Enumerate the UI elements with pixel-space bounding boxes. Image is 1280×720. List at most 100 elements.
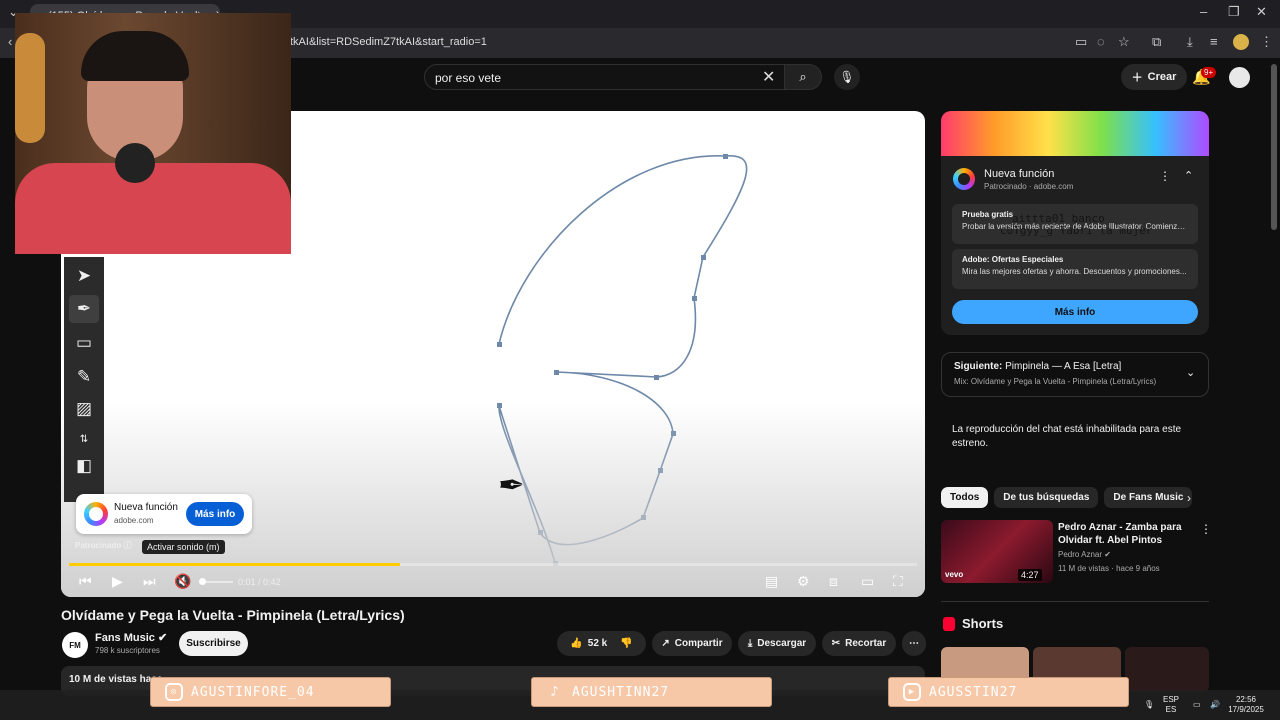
ad-title: Nueva función <box>114 502 178 513</box>
search-button[interactable]: ⌕ <box>784 64 822 90</box>
ad-banner-image <box>941 111 1209 156</box>
recommendation-title[interactable]: Pedro Aznar - Zamba para Olvidar ft. Abe… <box>1058 521 1198 547</box>
progress-bar[interactable] <box>69 563 917 566</box>
unmute-tooltip: Activar sonido (m) <box>142 540 225 554</box>
instagram-icon: ◎ <box>165 683 183 701</box>
illustrator-toolbar: ➤ ✒ ▭ ✎ ▨ ⇅ ◧ <box>64 257 104 502</box>
miniplayer-icon[interactable]: ⧈ <box>829 573 838 590</box>
channel-avatar[interactable]: FM <box>62 632 88 658</box>
next-icon[interactable]: ⏭ <box>143 573 156 590</box>
vevo-logo: vevo <box>945 570 964 579</box>
download-icon[interactable]: ⤓ <box>1187 34 1193 50</box>
thumbs-up-icon[interactable]: 👍 <box>570 638 582 649</box>
eye-off-icon[interactable]: ◌ <box>1097 34 1105 49</box>
profile-avatar[interactable] <box>1233 34 1249 50</box>
sponsored-label[interactable]: Patrocinado ⓘ <box>75 540 131 551</box>
search-icon: ⌕ <box>799 69 807 84</box>
language-indicator[interactable]: ESP ES <box>1163 695 1179 715</box>
restore-icon[interactable]: ❐ <box>1228 4 1240 20</box>
like-dislike-buttons[interactable]: 👍 52 k 👎 <box>557 631 646 656</box>
more-options-icon[interactable]: ⋮ <box>1159 169 1171 183</box>
video-title: Olvídame y Pega la Vuelta - Pimpinela (L… <box>61 607 405 623</box>
muted-volume-icon[interactable]: 🔇 <box>174 573 191 590</box>
chevron-right-icon[interactable]: › <box>1187 491 1191 505</box>
swap-colors-icon: ⇅ <box>79 433 89 445</box>
bookmark-star-icon[interactable]: ☆ <box>1118 34 1130 50</box>
microphone-icon: 🎙 <box>839 70 855 84</box>
ad-card-more-info-button[interactable]: Más info <box>952 300 1198 324</box>
previous-icon[interactable]: ⏮ <box>79 573 92 590</box>
account-avatar[interactable] <box>1229 67 1250 88</box>
chevron-up-icon[interactable]: ⌃ <box>1184 169 1193 182</box>
tiktok-overlay: ♪ AGUSHTINN27 <box>531 677 772 707</box>
channel-name[interactable]: Fans Music ✔ <box>95 631 167 644</box>
offer-item[interactable]: Adobe: Ofertas Especiales Mira las mejore… <box>952 249 1198 289</box>
up-next-card[interactable]: Siguiente: Pimpinela — A Esa [Letra] Mix… <box>941 352 1209 397</box>
subscribe-button[interactable]: Suscribirse <box>179 631 248 656</box>
volume-slider[interactable] <box>203 581 233 583</box>
back-icon[interactable]: ‹ <box>8 34 12 49</box>
ad-more-info-button[interactable]: Más info <box>186 502 244 526</box>
rectangle-tool-icon: ▭ <box>75 333 93 352</box>
more-actions-icon[interactable]: ⋯ <box>902 631 926 656</box>
duration-badge: 4:27 <box>1018 569 1042 581</box>
shorts-heading: Shorts <box>962 616 1004 631</box>
subscriber-count: 798 k suscriptores <box>95 646 160 655</box>
extensions-icon[interactable]: ⧉ <box>1152 34 1161 50</box>
create-button[interactable]: ＋ Crear <box>1121 64 1187 90</box>
scissors-icon: ✂ <box>831 638 841 649</box>
settings-gear-icon[interactable]: ⚙ <box>797 573 810 590</box>
cast-icon[interactable]: ▭ <box>1075 34 1087 50</box>
clear-search-icon[interactable]: ✕ <box>762 67 775 87</box>
search-input[interactable]: por eso vete <box>424 64 786 90</box>
clip-button[interactable]: ✂ Recortar <box>822 631 896 656</box>
url-text[interactable]: tkAI&list=RDSedimZ7tkAI&start_radio=1 <box>290 36 487 48</box>
verified-icon: ✔ <box>157 632 168 644</box>
chevron-down-icon[interactable]: ⌄ <box>1186 366 1195 379</box>
fill-stroke-icon: ◧ <box>75 456 93 475</box>
chip-all[interactable]: Todos <box>941 487 989 508</box>
clock[interactable]: 22:56 17/9/2025 <box>1226 695 1266 715</box>
progress-fill <box>69 563 400 566</box>
gradient-tool-icon: ▨ <box>75 399 93 418</box>
play-icon[interactable]: ▶ <box>112 573 123 590</box>
display-icon[interactable]: ▭ <box>1193 700 1201 710</box>
close-window-icon[interactable]: ✕ <box>1256 4 1267 20</box>
page-scrollbar[interactable] <box>1271 64 1277 230</box>
view-count: 10 M de vistas hace <box>69 674 163 685</box>
menu-icon[interactable]: ⋮ <box>1260 34 1273 50</box>
download-icon: ⤓ <box>747 638 753 649</box>
create-label: Crear <box>1147 71 1177 83</box>
filter-chips: Todos De tus búsquedas De Fans Music <box>941 487 1193 508</box>
recommendation-channel[interactable]: Pedro Aznar ✔ <box>1058 550 1111 559</box>
adobe-logo-icon <box>84 502 108 526</box>
speaker-icon[interactable]: 🔊 <box>1210 700 1220 710</box>
time-display: 0:01 / 0:42 <box>238 577 281 587</box>
ad-card-sponsor: Patrocinado · adobe.com <box>984 182 1074 191</box>
volume-knob[interactable] <box>199 578 206 585</box>
instagram-overlay: ◎ AGUSTINFORE_04 <box>150 677 391 707</box>
tiktok-icon: ♪ <box>550 684 560 700</box>
voice-search-button[interactable]: 🎙 <box>834 64 860 90</box>
selection-tool-icon: ➤ <box>76 266 92 285</box>
fullscreen-icon[interactable]: ⛶ <box>893 573 903 590</box>
theater-mode-icon[interactable]: ▭ <box>861 573 874 590</box>
share-icon: ↗ <box>661 638 670 649</box>
webcam-overlay <box>15 13 291 254</box>
more-options-icon[interactable]: ⋮ <box>1200 522 1212 536</box>
thumbs-down-icon[interactable]: 👎 <box>620 638 632 649</box>
share-button[interactable]: ↗ Compartir <box>652 631 732 656</box>
chip-searches[interactable]: De tus búsquedas <box>994 487 1099 508</box>
minimize-icon[interactable]: – <box>1200 4 1207 19</box>
reading-list-icon[interactable]: ≡ <box>1210 34 1218 49</box>
download-button[interactable]: ⤓ Descargar <box>738 631 816 656</box>
microphone-shape <box>115 143 155 183</box>
ad-overlay[interactable]: Nueva función adobe.com Más info <box>76 494 252 534</box>
microphone-icon[interactable]: 🎙 <box>1144 700 1154 710</box>
chip-channel[interactable]: De Fans Music <box>1104 487 1193 508</box>
subtitles-icon[interactable]: ▤ <box>765 573 778 590</box>
short-thumbnail[interactable] <box>1125 647 1209 692</box>
chat-disabled-notice: La reproducción del chat está inhabilita… <box>952 424 1182 449</box>
pen-tool-cursor-icon: ✒ <box>498 467 525 503</box>
recommendation-meta: 11 M de vistas · hace 9 años <box>1058 564 1160 573</box>
